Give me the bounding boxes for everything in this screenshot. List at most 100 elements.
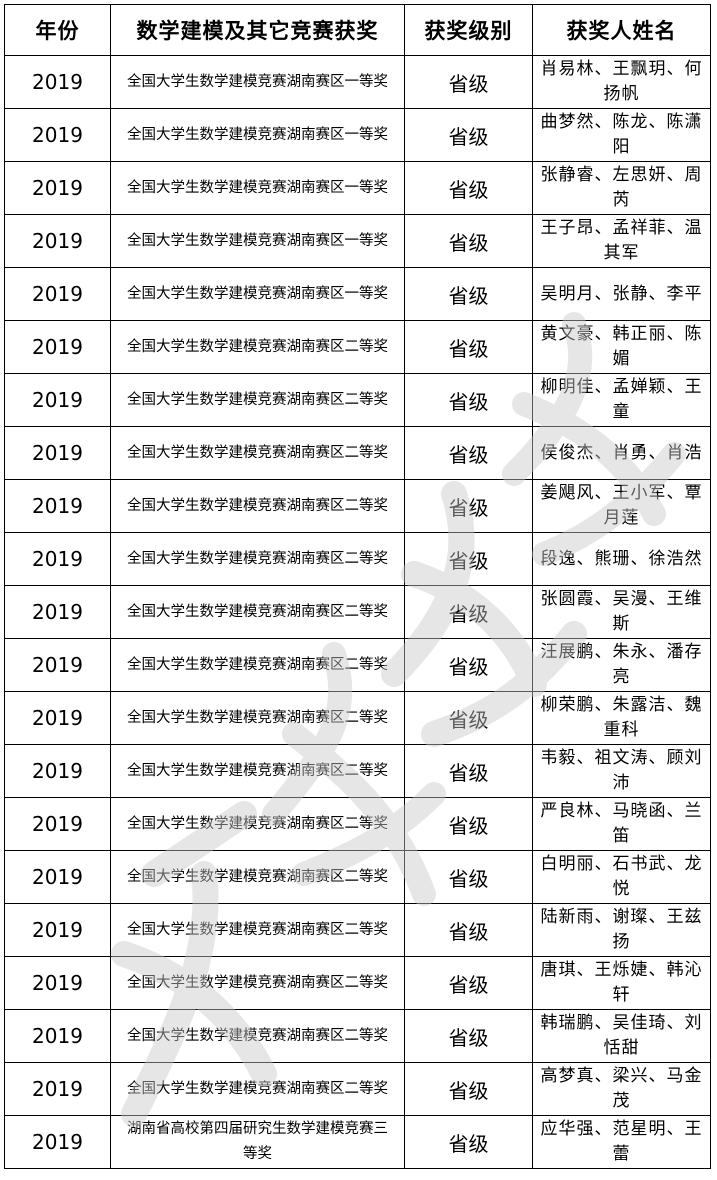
cell-award: 全国大学生数学建模竞赛湖南赛区一等奖 bbox=[110, 214, 405, 268]
cell-level: 省级 bbox=[404, 161, 533, 215]
cell-level: 省级 bbox=[404, 426, 533, 480]
cell-names: 王子昂、孟祥菲、温其军 bbox=[532, 214, 711, 268]
cell-year: 2019 bbox=[4, 320, 111, 374]
cell-award: 全国大学生数学建模竞赛湖南赛区二等奖 bbox=[110, 691, 405, 745]
cell-names: 张静睿、左思妍、周芮 bbox=[532, 161, 711, 215]
cell-year: 2019 bbox=[4, 214, 111, 268]
cell-year: 2019 bbox=[4, 532, 111, 586]
cell-award: 全国大学生数学建模竞赛湖南赛区二等奖 bbox=[110, 1062, 405, 1116]
cell-level: 省级 bbox=[404, 55, 533, 109]
cell-year: 2019 bbox=[4, 585, 111, 639]
cell-award: 全国大学生数学建模竞赛湖南赛区一等奖 bbox=[110, 161, 405, 215]
cell-level: 省级 bbox=[404, 797, 533, 851]
table-row: 2019 全国大学生数学建模竞赛湖南赛区一等奖 省级 王子昂、孟祥菲、温其军 bbox=[4, 214, 711, 268]
table-row: 2019 全国大学生数学建模竞赛湖南赛区二等奖 省级 严良林、马晓函、兰笛 bbox=[4, 797, 711, 851]
cell-year: 2019 bbox=[4, 1009, 111, 1063]
cell-year: 2019 bbox=[4, 267, 111, 321]
cell-level: 省级 bbox=[404, 744, 533, 798]
table-row: 2019 全国大学生数学建模竞赛湖南赛区二等奖 省级 黄文豪、韩正丽、陈媚 bbox=[4, 320, 711, 374]
cell-year: 2019 bbox=[4, 108, 111, 162]
cell-award: 全国大学生数学建模竞赛湖南赛区一等奖 bbox=[110, 108, 405, 162]
table-row: 2019 全国大学生数学建模竞赛湖南赛区二等奖 省级 柳明佳、孟婵颖、王童 bbox=[4, 373, 711, 427]
cell-names: 曲梦然、陈龙、陈潇阳 bbox=[532, 108, 711, 162]
table-row: 2019 全国大学生数学建模竞赛湖南赛区二等奖 省级 柳荣鹏、朱露洁、魏重科 bbox=[4, 691, 711, 745]
cell-award: 全国大学生数学建模竞赛湖南赛区二等奖 bbox=[110, 638, 405, 692]
award-table: 年份 数学建模及其它竞赛获奖 获奖级别 获奖人姓名 2019 全国大学生数学建模竞… bbox=[4, 4, 711, 1169]
cell-names: 韦毅、祖文涛、顾刘沛 bbox=[532, 744, 711, 798]
cell-names: 段逸、熊珊、徐浩然 bbox=[532, 532, 711, 586]
table-header-row: 年份 数学建模及其它竞赛获奖 获奖级别 获奖人姓名 bbox=[4, 4, 711, 56]
cell-year: 2019 bbox=[4, 161, 111, 215]
table-row: 2019 全国大学生数学建模竞赛湖南赛区二等奖 省级 唐琪、王烁婕、韩沁轩 bbox=[4, 956, 711, 1010]
cell-level: 省级 bbox=[404, 373, 533, 427]
cell-names: 唐琪、王烁婕、韩沁轩 bbox=[532, 956, 711, 1010]
cell-award: 全国大学生数学建模竞赛湖南赛区二等奖 bbox=[110, 956, 405, 1010]
cell-year: 2019 bbox=[4, 691, 111, 745]
award-table-page: 年份 数学建模及其它竞赛获奖 获奖级别 获奖人姓名 2019 全国大学生数学建模竞… bbox=[4, 4, 714, 1169]
cell-names: 汪展鹏、朱永、潘存亮 bbox=[532, 638, 711, 692]
cell-award: 全国大学生数学建模竞赛湖南赛区二等奖 bbox=[110, 797, 405, 851]
table-row: 2019 全国大学生数学建模竞赛湖南赛区二等奖 省级 韦毅、祖文涛、顾刘沛 bbox=[4, 744, 711, 798]
header-names: 获奖人姓名 bbox=[532, 4, 711, 56]
cell-names: 柳荣鹏、朱露洁、魏重科 bbox=[532, 691, 711, 745]
cell-year: 2019 bbox=[4, 797, 111, 851]
cell-names: 严良林、马晓函、兰笛 bbox=[532, 797, 711, 851]
table-row: 2019 全国大学生数学建模竞赛湖南赛区一等奖 省级 肖易林、王飘玥、何扬帆 bbox=[4, 55, 711, 109]
header-award: 数学建模及其它竞赛获奖 bbox=[110, 4, 405, 56]
cell-award: 全国大学生数学建模竞赛湖南赛区二等奖 bbox=[110, 744, 405, 798]
table-row: 2019 全国大学生数学建模竞赛湖南赛区二等奖 省级 高梦真、梁兴、马金茂 bbox=[4, 1062, 711, 1116]
cell-year: 2019 bbox=[4, 956, 111, 1010]
cell-level: 省级 bbox=[404, 638, 533, 692]
cell-names: 侯俊杰、肖勇、肖浩 bbox=[532, 426, 711, 480]
cell-level: 省级 bbox=[404, 108, 533, 162]
table-body: 2019 全国大学生数学建模竞赛湖南赛区一等奖 省级 肖易林、王飘玥、何扬帆 2019 全… bbox=[4, 55, 711, 1169]
cell-level: 省级 bbox=[404, 479, 533, 533]
cell-names: 白明丽、石书武、龙悦 bbox=[532, 850, 711, 904]
cell-award: 全国大学生数学建模竞赛湖南赛区二等奖 bbox=[110, 320, 405, 374]
cell-level: 省级 bbox=[404, 320, 533, 374]
cell-year: 2019 bbox=[4, 373, 111, 427]
cell-year: 2019 bbox=[4, 1062, 111, 1116]
cell-award: 全国大学生数学建模竞赛湖南赛区二等奖 bbox=[110, 479, 405, 533]
cell-level: 省级 bbox=[404, 214, 533, 268]
table-row: 2019 全国大学生数学建模竞赛湖南赛区一等奖 省级 张静睿、左思妍、周芮 bbox=[4, 161, 711, 215]
cell-level: 省级 bbox=[404, 267, 533, 321]
cell-year: 2019 bbox=[4, 638, 111, 692]
cell-award: 全国大学生数学建模竞赛湖南赛区二等奖 bbox=[110, 585, 405, 639]
cell-level: 省级 bbox=[404, 691, 533, 745]
cell-year: 2019 bbox=[4, 850, 111, 904]
cell-year: 2019 bbox=[4, 903, 111, 957]
cell-level: 省级 bbox=[404, 850, 533, 904]
cell-names: 吴明月、张静、李平 bbox=[532, 267, 711, 321]
table-row: 2019 全国大学生数学建模竞赛湖南赛区一等奖 省级 曲梦然、陈龙、陈潇阳 bbox=[4, 108, 711, 162]
cell-level: 省级 bbox=[404, 532, 533, 586]
cell-level: 省级 bbox=[404, 1115, 533, 1169]
cell-names: 肖易林、王飘玥、何扬帆 bbox=[532, 55, 711, 109]
cell-award: 全国大学生数学建模竞赛湖南赛区二等奖 bbox=[110, 1009, 405, 1063]
header-level: 获奖级别 bbox=[404, 4, 533, 56]
cell-level: 省级 bbox=[404, 1009, 533, 1063]
cell-level: 省级 bbox=[404, 585, 533, 639]
cell-level: 省级 bbox=[404, 1062, 533, 1116]
cell-names: 黄文豪、韩正丽、陈媚 bbox=[532, 320, 711, 374]
cell-year: 2019 bbox=[4, 426, 111, 480]
cell-names: 柳明佳、孟婵颖、王童 bbox=[532, 373, 711, 427]
table-row: 2019 全国大学生数学建模竞赛湖南赛区二等奖 省级 姜飓风、王小军、覃月莲 bbox=[4, 479, 711, 533]
cell-award: 全国大学生数学建模竞赛湖南赛区二等奖 bbox=[110, 373, 405, 427]
cell-award: 湖南省高校第四届研究生数学建模竞赛三等奖 bbox=[110, 1115, 405, 1169]
cell-names: 应华强、范星明、王蕾 bbox=[532, 1115, 711, 1169]
cell-names: 姜飓风、王小军、覃月莲 bbox=[532, 479, 711, 533]
cell-names: 高梦真、梁兴、马金茂 bbox=[532, 1062, 711, 1116]
table-row: 2019 全国大学生数学建模竞赛湖南赛区二等奖 省级 段逸、熊珊、徐浩然 bbox=[4, 532, 711, 586]
cell-names: 陆新雨、谢璨、王兹扬 bbox=[532, 903, 711, 957]
cell-award: 全国大学生数学建模竞赛湖南赛区二等奖 bbox=[110, 850, 405, 904]
table-row: 2019 全国大学生数学建模竞赛湖南赛区二等奖 省级 张圆霞、吴漫、王维斯 bbox=[4, 585, 711, 639]
cell-year: 2019 bbox=[4, 55, 111, 109]
cell-level: 省级 bbox=[404, 903, 533, 957]
table-row: 2019 全国大学生数学建模竞赛湖南赛区二等奖 省级 侯俊杰、肖勇、肖浩 bbox=[4, 426, 711, 480]
cell-award: 全国大学生数学建模竞赛湖南赛区二等奖 bbox=[110, 903, 405, 957]
table-row: 2019 全国大学生数学建模竞赛湖南赛区一等奖 省级 吴明月、张静、李平 bbox=[4, 267, 711, 321]
table-row: 2019 全国大学生数学建模竞赛湖南赛区二等奖 省级 韩瑞鹏、吴佳琦、刘恬甜 bbox=[4, 1009, 711, 1063]
table-row: 2019 全国大学生数学建模竞赛湖南赛区二等奖 省级 白明丽、石书武、龙悦 bbox=[4, 850, 711, 904]
cell-year: 2019 bbox=[4, 1115, 111, 1169]
